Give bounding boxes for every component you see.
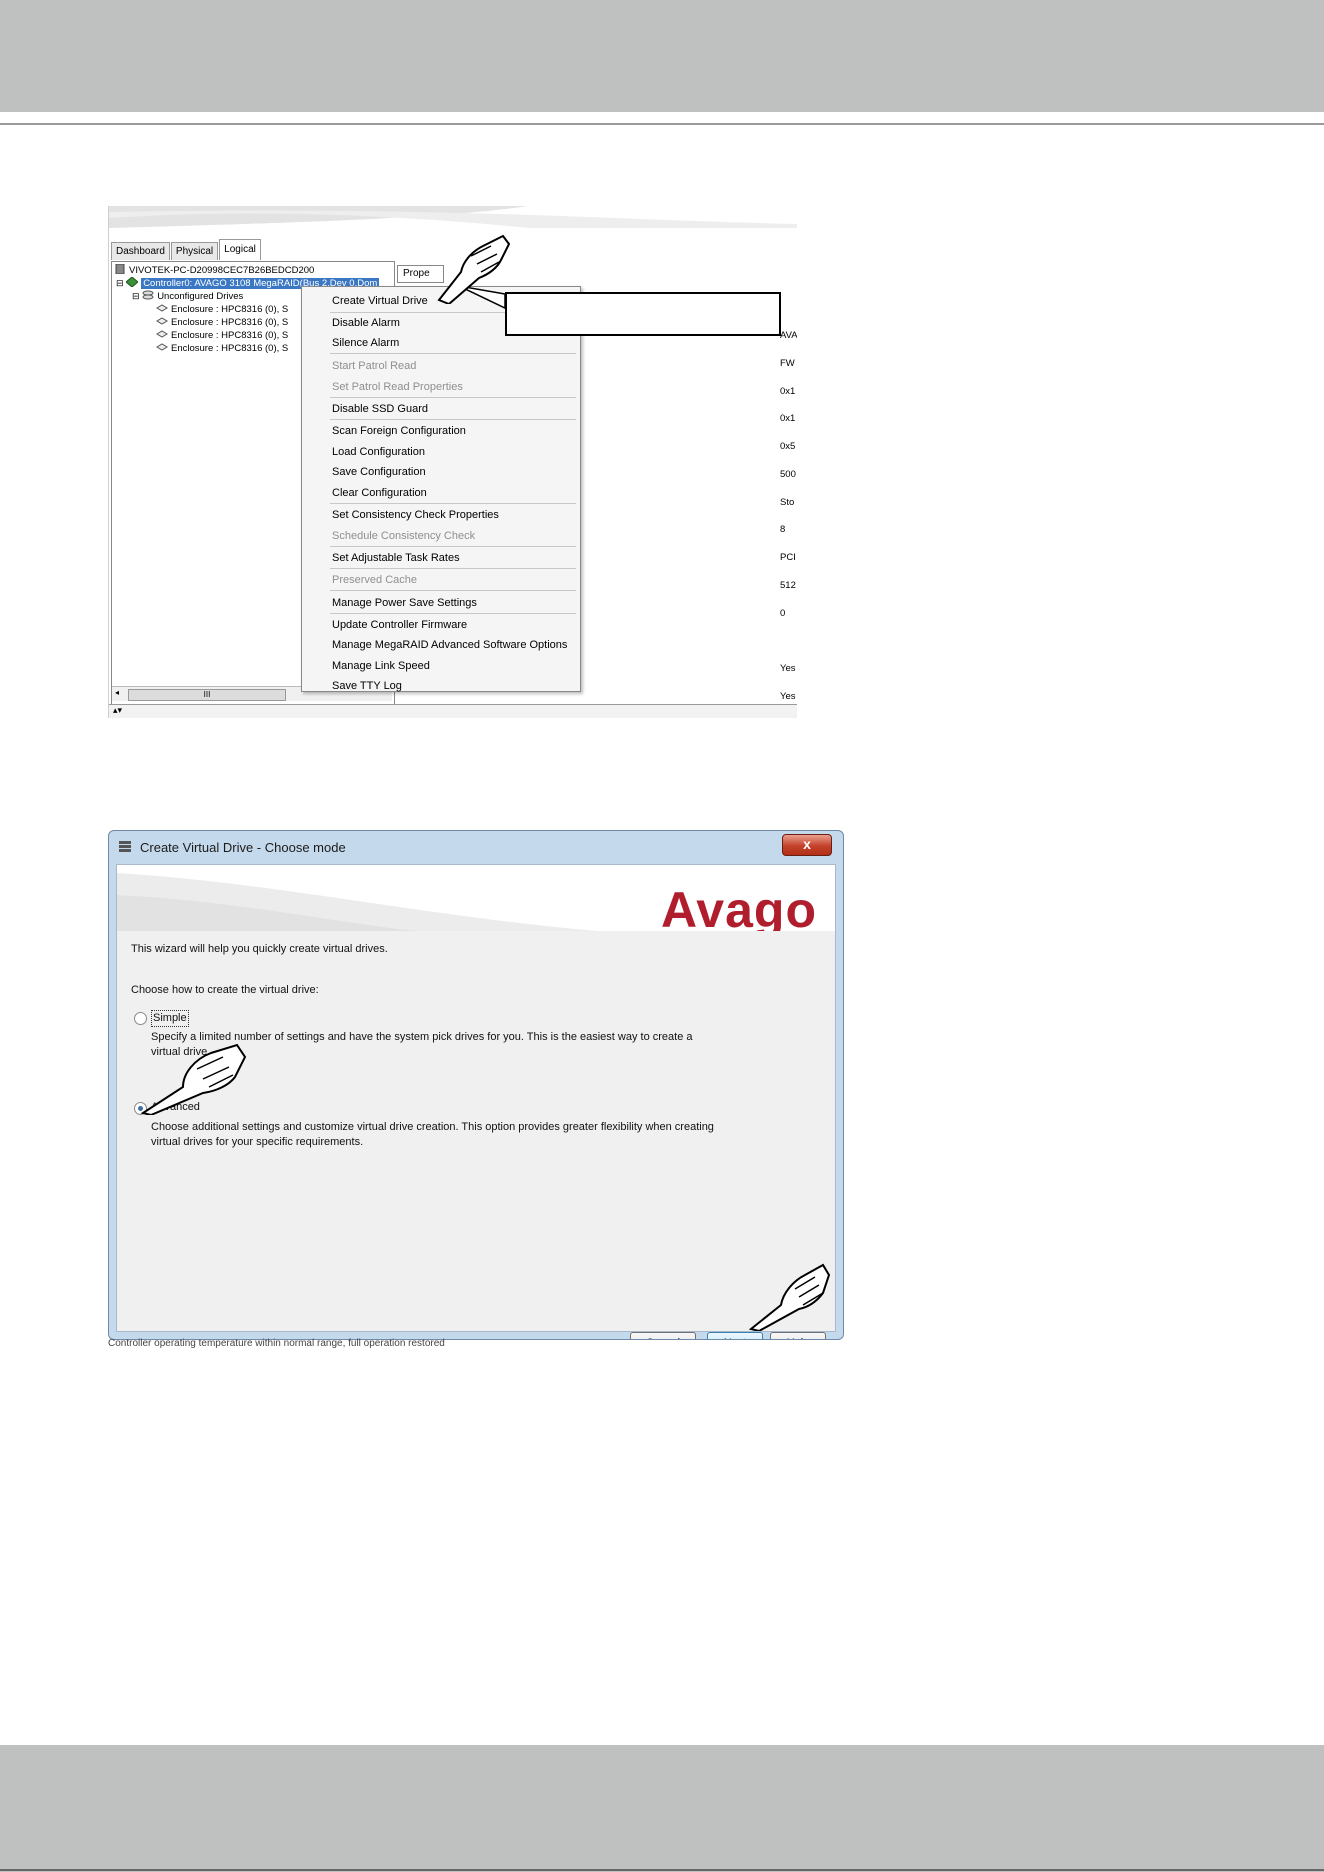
- tab-dashboard[interactable]: Dashboard: [111, 242, 170, 260]
- page-footer-band: [0, 1745, 1324, 1872]
- menu-item-set-patrol-read-properties: Set Patrol Read Properties: [332, 381, 463, 393]
- database-icon: [119, 841, 131, 852]
- menu-separator: [330, 503, 576, 504]
- create-virtual-drive-dialog: Create Virtual Drive - Choose mode x Ava…: [108, 830, 844, 1340]
- computer-icon: [115, 264, 125, 274]
- menu-separator: [330, 613, 576, 614]
- status-splitter[interactable]: ▴▾: [109, 704, 797, 718]
- menu-item-consistency-check-properties[interactable]: Set Consistency Check Properties: [332, 508, 499, 522]
- scroll-thumb[interactable]: III: [128, 689, 286, 701]
- menu-separator: [330, 590, 576, 591]
- controller-icon: [126, 277, 139, 287]
- callout-box: [505, 292, 781, 336]
- menu-item-create-virtual-drive[interactable]: Create Virtual Drive: [332, 294, 428, 308]
- dialog-body: Avago This wizard will help you quickly …: [116, 864, 836, 1339]
- scroll-left-icon[interactable]: ◂: [115, 688, 119, 697]
- status-caption: Controller operating temperature within …: [108, 1338, 445, 1348]
- property-value: 0x1: [780, 413, 796, 424]
- disk-icon: [156, 304, 168, 312]
- tree-unconfigured[interactable]: ⊟ Unconfigured Drives: [132, 290, 243, 303]
- disk-icon: [156, 330, 168, 338]
- advanced-description: Choose additional settings and customize…: [151, 1121, 714, 1133]
- tab-logical[interactable]: Logical: [219, 239, 261, 260]
- advanced-description: virtual drives for your specific require…: [151, 1136, 364, 1148]
- unconfigured-label: Unconfigured Drives: [157, 291, 244, 302]
- enclosure-label: Enclosure : HPC8316 (0), S: [171, 330, 289, 341]
- property-value: Sto: [780, 497, 795, 508]
- pointing-hand-icon: [748, 1263, 831, 1331]
- menu-item-silence-alarm[interactable]: Silence Alarm: [332, 336, 399, 350]
- property-value: Yes: [780, 663, 796, 674]
- simple-radio[interactable]: [134, 1012, 147, 1025]
- menu-separator: [330, 419, 576, 420]
- enclosure-label: Enclosure : HPC8316 (0), S: [171, 304, 289, 315]
- property-value: 0: [780, 608, 786, 619]
- header-swoosh: [109, 206, 797, 228]
- footer-rule: [0, 1869, 1324, 1871]
- menu-item-clear-configuration[interactable]: Clear Configuration: [332, 486, 427, 500]
- tab-physical[interactable]: Physical: [170, 242, 219, 260]
- view-tabs: Dashboard Physical Logical: [111, 239, 262, 260]
- dialog-title: Create Virtual Drive - Choose mode: [140, 840, 346, 855]
- property-value: FW: [780, 358, 795, 369]
- menu-item-schedule-consistency-check: Schedule Consistency Check: [332, 530, 476, 542]
- tree-host[interactable]: VIVOTEK-PC-D20998CEC7B26BEDCD200: [114, 264, 314, 277]
- menu-separator: [330, 397, 576, 398]
- menu-item-update-controller-firmware[interactable]: Update Controller Firmware: [332, 618, 467, 632]
- menu-item-manage-link-speed[interactable]: Manage Link Speed: [332, 659, 430, 673]
- menu-item-scan-foreign-configuration[interactable]: Scan Foreign Configuration: [332, 424, 466, 438]
- enclosure-label: Enclosure : HPC8316 (0), S: [171, 317, 289, 328]
- close-button[interactable]: x: [782, 834, 832, 856]
- collapse-icon[interactable]: ⊟: [132, 291, 140, 301]
- tree-enclosure[interactable]: Enclosure : HPC8316 (0), S: [156, 316, 288, 329]
- host-label: VIVOTEK-PC-D20998CEC7B26BEDCD200: [129, 265, 315, 276]
- wizard-header: Avago: [117, 865, 835, 931]
- menu-item-load-configuration[interactable]: Load Configuration: [332, 445, 425, 459]
- controller-context-menu: Create Virtual Drive Disable Alarm Silen…: [301, 286, 581, 692]
- property-value: AVA: [780, 330, 797, 341]
- choose-prompt: Choose how to create the virtual drive:: [131, 984, 319, 996]
- drive-stack-icon: [142, 290, 154, 300]
- menu-item-disable-ssd-guard[interactable]: Disable SSD Guard: [332, 402, 428, 416]
- menu-item-save-configuration[interactable]: Save Configuration: [332, 465, 426, 479]
- tree-enclosure[interactable]: Enclosure : HPC8316 (0), S: [156, 329, 288, 342]
- avago-logo: Avago: [661, 882, 817, 931]
- menu-item-save-tty-log[interactable]: Save TTY Log: [332, 679, 402, 693]
- menu-separator: [330, 353, 576, 354]
- wizard-intro: This wizard will help you quickly create…: [131, 943, 388, 955]
- menu-item-adjustable-task-rates[interactable]: Set Adjustable Task Rates: [332, 551, 460, 565]
- tree-enclosure[interactable]: Enclosure : HPC8316 (0), S: [156, 303, 288, 316]
- property-value: 0x5: [780, 441, 796, 452]
- pointing-hand-icon: [140, 1043, 247, 1115]
- menu-item-power-save-settings[interactable]: Manage Power Save Settings: [332, 596, 477, 610]
- menu-item-disable-alarm[interactable]: Disable Alarm: [332, 316, 400, 330]
- expand-collapse-icon[interactable]: ▴▾: [113, 705, 122, 716]
- storage-manager-screenshot: Dashboard Physical Logical VIVOTEK-PC-D2…: [108, 206, 797, 718]
- property-value: 0x1: [780, 386, 796, 397]
- dialog-titlebar: Create Virtual Drive - Choose mode x: [109, 831, 843, 863]
- tree-enclosure[interactable]: Enclosure : HPC8316 (0), S: [156, 342, 288, 355]
- property-value: 512: [780, 580, 796, 591]
- disk-icon: [156, 317, 168, 325]
- menu-item-start-patrol-read: Start Patrol Read: [332, 360, 417, 372]
- menu-item-preserved-cache: Preserved Cache: [332, 574, 417, 586]
- menu-separator: [330, 568, 576, 569]
- enclosure-label: Enclosure : HPC8316 (0), S: [171, 343, 289, 354]
- menu-item-advanced-software-options[interactable]: Manage MegaRAID Advanced Software Option…: [332, 638, 567, 652]
- menu-separator: [330, 546, 576, 547]
- header-rule: [0, 123, 1324, 125]
- property-value: 8: [780, 524, 786, 535]
- disk-icon: [156, 343, 168, 351]
- collapse-icon[interactable]: ⊟: [116, 278, 124, 288]
- property-value: PCI: [780, 552, 796, 563]
- pointing-hand-icon: [437, 234, 511, 304]
- property-value: 500: [780, 469, 796, 480]
- page-header-band: [0, 0, 1324, 112]
- simple-label[interactable]: Simple: [151, 1010, 189, 1027]
- property-value: Yes: [780, 691, 796, 702]
